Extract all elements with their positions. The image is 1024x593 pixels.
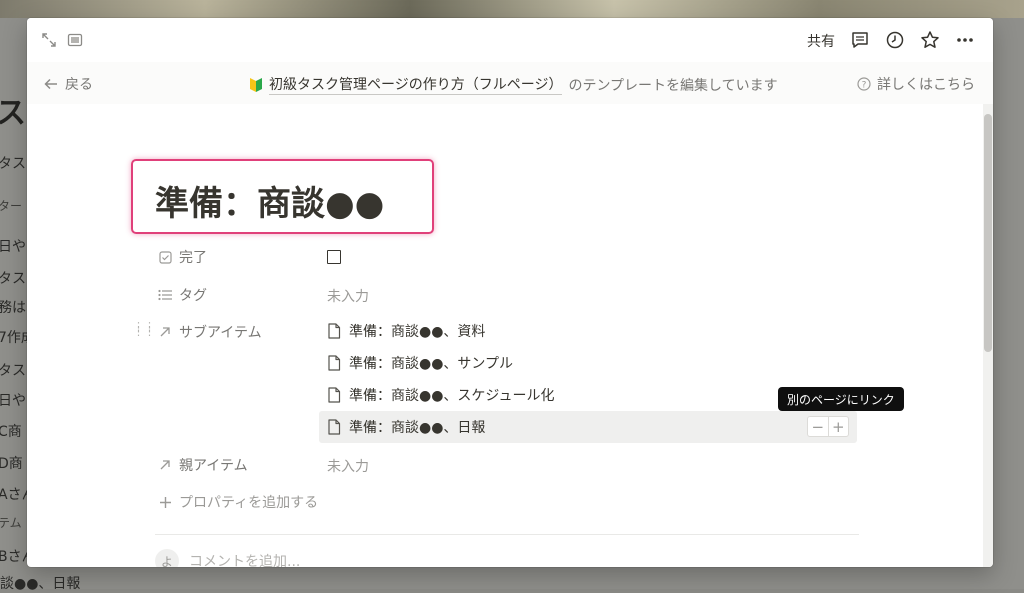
sub-item-title: 準備：商談●●、スケジュール化 — [349, 388, 555, 404]
sub-item-title: 準備：商談●●、日報 — [349, 420, 486, 436]
link-remove-add-controls: − + — [807, 416, 849, 437]
learn-more-label: 詳しくはこちら — [877, 77, 975, 93]
link-another-page-tooltip: 別のページにリンク — [778, 387, 904, 411]
history-clock-icon[interactable] — [884, 29, 906, 51]
add-property-button[interactable]: プロパティを追加する — [158, 491, 318, 513]
favorite-star-icon[interactable] — [919, 29, 941, 51]
list-icon — [158, 289, 172, 301]
property-parent-item-label: 親アイテム — [179, 458, 248, 474]
checkbox-property-icon — [158, 250, 172, 264]
property-done-label: 完了 — [179, 250, 207, 266]
background-header-image — [0, 0, 1024, 18]
share-button[interactable]: 共有 — [807, 31, 835, 51]
page-title[interactable]: 準備：商談●● — [155, 176, 384, 225]
background-sidebar-text: 日や — [0, 239, 26, 255]
beginner-mark-icon — [250, 77, 262, 92]
back-button[interactable]: 戻る — [43, 74, 93, 94]
open-as-page-icon[interactable] — [65, 30, 85, 50]
page-icon — [328, 355, 341, 371]
unlink-minus-button[interactable]: − — [808, 417, 829, 436]
modal-topbar: 共有 — [27, 18, 993, 62]
background-sidebar-text: テム — [0, 516, 22, 530]
arrow-left-icon — [44, 78, 57, 90]
background-sidebar-text: タス — [0, 271, 26, 287]
background-sidebar-text: C商 — [0, 424, 22, 440]
background-sidebar-text: 務は — [0, 300, 26, 316]
help-circle-icon: ? — [857, 77, 871, 91]
editing-message: のテンプレートを編集しています — [568, 77, 778, 94]
drag-handle-icon[interactable]: ⋮⋮ ⋮⋮ — [133, 321, 155, 340]
page-icon — [328, 419, 341, 435]
comments-divider — [155, 534, 859, 535]
property-sub-items[interactable]: サブアイテム — [158, 321, 262, 343]
property-parent-item[interactable]: 親アイテム — [158, 454, 248, 476]
property-done[interactable]: 完了 — [158, 246, 207, 268]
user-avatar: よ — [155, 549, 179, 567]
sub-item-title: 準備：商談●●、資料 — [349, 324, 486, 340]
sub-item-link[interactable]: 準備：商談●●、日報 − + — [319, 411, 857, 443]
background-bottom-text: 談●●、日報 — [0, 576, 81, 592]
svg-text:?: ? — [862, 81, 867, 91]
background-sidebar-text: ター — [0, 199, 23, 213]
sub-item-title: 準備：商談●●、サンプル — [349, 356, 514, 372]
tags-value[interactable]: 未入力 — [327, 286, 369, 306]
comment-icon[interactable] — [849, 29, 871, 51]
plus-icon — [158, 496, 172, 509]
back-label: 戻る — [65, 77, 93, 93]
sub-item-link[interactable]: 準備：商談●●、スケジュール化 — [319, 379, 857, 411]
comment-input[interactable]: コメントを追加... — [189, 551, 300, 567]
banner-message: 初級タスク管理ページの作り方（フルページ） のテンプレートを編集しています — [249, 74, 778, 95]
background-sidebar-text: タス — [0, 363, 26, 379]
property-sub-items-label: サブアイテム — [179, 325, 262, 341]
property-tags-label: タグ — [179, 288, 207, 304]
background-sidebar-text: 日や — [0, 393, 26, 409]
page-icon — [328, 387, 341, 403]
relation-arrow-icon — [158, 326, 172, 338]
background-sidebar-text: D商 — [0, 456, 23, 472]
comment-composer[interactable]: よ コメントを追加... — [155, 549, 300, 567]
done-checkbox[interactable] — [327, 250, 341, 264]
property-tags[interactable]: タグ — [158, 284, 207, 306]
add-property-label: プロパティを追加する — [179, 495, 319, 511]
sub-item-link[interactable]: 準備：商談●●、サンプル — [319, 347, 857, 379]
more-options-icon[interactable] — [953, 29, 977, 51]
page-icon — [328, 323, 341, 339]
learn-more-link[interactable]: ? 詳しくはこちら — [857, 74, 975, 94]
template-editing-banner: 戻る 初級タスク管理ページの作り方（フルページ） のテンプレートを編集しています… — [27, 62, 993, 104]
parent-item-value[interactable]: 未入力 — [327, 456, 369, 476]
relation-arrow-icon — [158, 459, 172, 471]
background-sidebar-text: タス — [0, 156, 26, 172]
scrollbar-thumb[interactable] — [984, 114, 992, 352]
expand-icon[interactable] — [39, 30, 59, 50]
sub-item-link[interactable]: 準備：商談●●、資料 — [319, 315, 857, 347]
template-page-link[interactable]: 初級タスク管理ページの作り方（フルページ） — [269, 74, 563, 95]
link-page-plus-button[interactable]: + — [829, 417, 849, 436]
template-editor-modal: 共有 戻る 初級タスク管理ページの作り方（フルページ） のテンプレートを編集して… — [27, 18, 993, 567]
